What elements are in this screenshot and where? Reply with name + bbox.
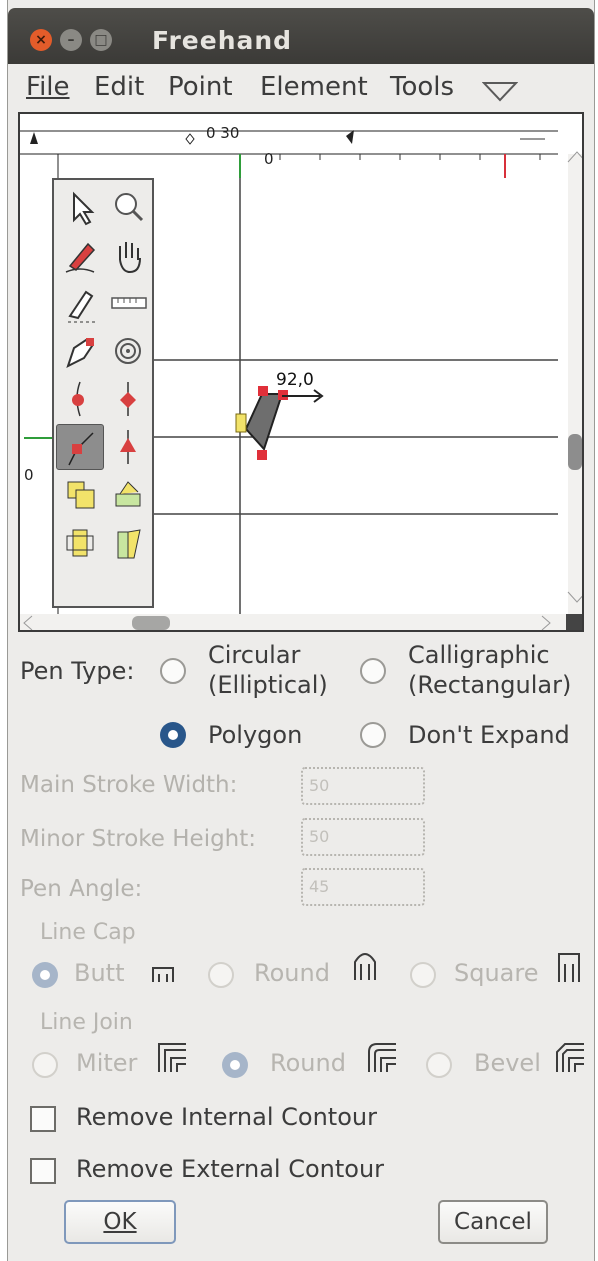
cancel-button-label: Cancel [454, 1209, 532, 1235]
pointer-icon [73, 191, 95, 226]
minimize-window-button[interactable]: – [60, 29, 82, 51]
corner-point-tool[interactable] [56, 424, 104, 470]
remove-external-label[interactable]: Remove External Contour [76, 1154, 384, 1184]
menu-edit[interactable]: Edit [94, 72, 144, 102]
pencil-tool[interactable] [56, 232, 104, 278]
minor-stroke-height-field[interactable]: 50 [301, 818, 425, 856]
polygon-label[interactable]: Polygon [208, 720, 302, 750]
dont-expand-radio[interactable] [360, 722, 386, 748]
round-cap-radio[interactable] [208, 962, 234, 988]
spiral-icon [115, 338, 141, 364]
tangent-point-icon [120, 430, 136, 464]
pencil-icon [65, 242, 96, 273]
rotate-tool[interactable] [104, 472, 152, 518]
round-cap-label[interactable]: Round [254, 958, 330, 988]
butt-cap-label[interactable]: Butt [74, 958, 125, 988]
spiral-tool[interactable] [104, 328, 152, 374]
hv-curve-point-icon [120, 382, 136, 416]
pen-icon [66, 338, 94, 368]
pen-angle-field[interactable]: 45 [301, 868, 425, 906]
maximize-window-button[interactable]: □ [90, 29, 112, 51]
square-cap-radio[interactable] [410, 962, 436, 988]
menu-element[interactable]: Element [260, 72, 368, 102]
flip-tool[interactable] [56, 520, 104, 566]
window-title: Freehand [152, 26, 293, 55]
pen-angle-label: Pen Angle: [20, 876, 143, 902]
miter-join-radio[interactable] [32, 1052, 58, 1078]
tangent-point-tool[interactable] [104, 424, 152, 470]
round-join-label[interactable]: Round [270, 1048, 346, 1078]
remove-internal-label[interactable]: Remove Internal Contour [76, 1102, 377, 1132]
skew-tool[interactable] [104, 520, 152, 566]
calligraphic-label[interactable]: Calligraphic (Rectangular) [408, 640, 571, 700]
ruler-icon [111, 297, 147, 309]
miter-join-label[interactable]: Miter [76, 1048, 137, 1078]
freehand-dialog: × – □ Freehand File Edit Point Element T… [7, 0, 595, 1261]
polygon-radio[interactable] [160, 722, 186, 748]
triangle-down-icon[interactable] [482, 80, 518, 102]
scale-tool[interactable] [56, 472, 104, 518]
bevel-join-radio[interactable] [426, 1052, 452, 1078]
ruler-v-zero: 0 [24, 466, 34, 484]
square-cap-icon [558, 953, 580, 982]
ok-button[interactable]: OK [64, 1200, 176, 1244]
dont-expand-label[interactable]: Don't Expand [408, 720, 570, 750]
butt-cap-icon [152, 967, 174, 982]
cancel-button[interactable]: Cancel [438, 1200, 548, 1244]
curve-point-icon [72, 381, 84, 417]
menu-bar: File Edit Point Element Tools [8, 64, 594, 110]
round-join-icon [368, 1043, 396, 1072]
bevel-join-label[interactable]: Bevel [474, 1048, 541, 1078]
bevel-join-icon [556, 1043, 584, 1072]
hv-curve-point-tool[interactable] [104, 376, 152, 422]
toolbox-palette [52, 178, 154, 608]
round-join-radio[interactable] [222, 1052, 248, 1078]
circular-radio[interactable] [160, 658, 186, 684]
hand-tool[interactable] [104, 232, 152, 278]
point-coordinate-label: 92,0 [276, 370, 314, 390]
main-stroke-width-field[interactable]: 50 [301, 767, 425, 805]
circular-label[interactable]: Circular (Elliptical) [208, 640, 328, 700]
menu-tools[interactable]: Tools [390, 72, 454, 102]
ruler-h-zero: 0 [264, 150, 274, 168]
knife-tool[interactable] [56, 280, 104, 326]
scale-icon [67, 481, 95, 509]
miter-join-icon [158, 1043, 186, 1072]
round-cap-icon [354, 953, 376, 980]
ruler-tool[interactable] [104, 280, 152, 326]
menu-point[interactable]: Point [168, 72, 233, 102]
line-join-label: Line Join [40, 1010, 133, 1035]
hand-icon [119, 242, 141, 274]
magnify-icon [115, 193, 144, 222]
curve-point-tool[interactable] [56, 376, 104, 422]
pen-tool[interactable] [56, 328, 104, 374]
menu-file[interactable]: File [26, 72, 70, 102]
pen-type-label: Pen Type: [20, 657, 135, 685]
close-window-button[interactable]: × [30, 29, 52, 51]
title-bar[interactable]: × – □ Freehand [8, 8, 594, 64]
butt-cap-radio[interactable] [32, 962, 58, 988]
remove-external-checkbox[interactable] [30, 1158, 56, 1184]
rotate-icon [115, 481, 141, 507]
knife-icon [68, 290, 96, 323]
skew-icon [117, 529, 141, 559]
ruler-top-label: 0 30 [206, 124, 240, 142]
flip-icon [66, 529, 94, 557]
calligraphic-radio[interactable] [360, 658, 386, 684]
main-stroke-width-label: Main Stroke Width: [20, 772, 238, 798]
square-cap-label[interactable]: Square [454, 958, 539, 988]
drawing-canvas[interactable]: 0 30 0 0 92,0 [18, 112, 584, 632]
remove-internal-checkbox[interactable] [30, 1106, 56, 1132]
minor-stroke-height-label: Minor Stroke Height: [20, 826, 257, 852]
ok-button-label: OK [103, 1209, 137, 1235]
line-cap-label: Line Cap [40, 920, 136, 945]
magnify-tool[interactable] [104, 184, 152, 230]
corner-point-icon [68, 432, 94, 466]
pointer-tool[interactable] [56, 184, 104, 230]
